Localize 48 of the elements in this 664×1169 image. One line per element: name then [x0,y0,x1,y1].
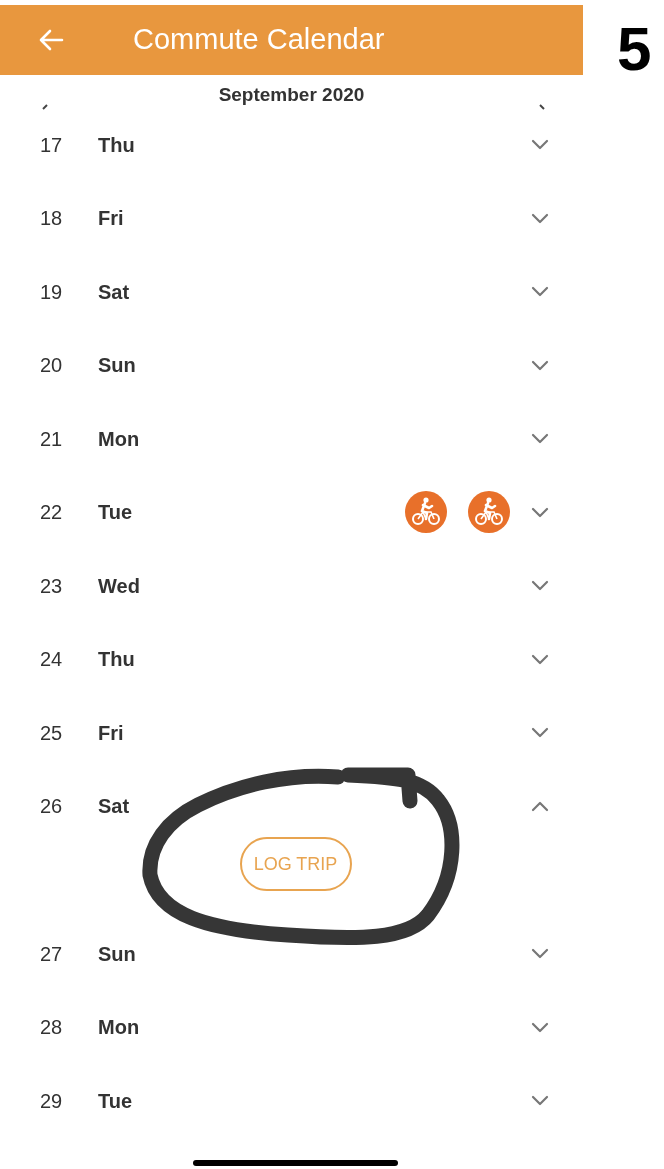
chevron-down-icon[interactable] [531,1021,549,1033]
weekday-label: Mon [98,426,140,452]
chevron-down-icon[interactable] [531,433,549,445]
chevron-down-icon[interactable] [531,948,549,960]
weekday-label: Mon [98,1015,140,1041]
day-number: 27 [39,941,64,967]
day-number: 17 [39,132,64,158]
weekday-label: Tue [98,1088,133,1114]
cyclist-icon[interactable] [468,491,510,534]
chevron-down-icon[interactable] [531,1095,549,1107]
cyclist-icon[interactable] [405,491,447,534]
chevron-down-icon[interactable] [531,727,549,739]
step-number: 5 [617,18,652,80]
next-month-icon[interactable] [538,104,546,110]
weekday-label: Sun [98,353,136,379]
weekday-label: Tue [98,500,133,526]
chevron-down-icon[interactable] [531,139,549,151]
chevron-down-icon[interactable] [531,359,549,371]
day-number: 20 [39,353,64,379]
log-trip-button[interactable]: LOG TRIP [239,837,352,891]
day-number: 26 [39,794,64,820]
day-number: 18 [39,206,64,232]
day-number: 19 [39,279,64,305]
day-number: 21 [39,426,64,452]
chevron-down-icon[interactable] [531,286,549,298]
weekday-label: Thu [98,132,135,158]
back-arrow-icon[interactable] [38,29,64,51]
previous-month-icon[interactable] [41,104,49,110]
day-number: 28 [39,1015,64,1041]
chevron-down-icon[interactable] [531,506,549,518]
month-title: September 2020 [218,83,365,107]
weekday-label: Thu [98,647,135,673]
chevron-down-icon[interactable] [531,580,549,592]
day-number: 29 [39,1088,64,1114]
chevron-down-icon[interactable] [531,653,549,665]
day-number: 22 [39,500,64,526]
weekday-label: Sun [98,941,136,967]
weekday-label: Fri [98,206,124,232]
header-title: Commute Calendar [133,22,385,58]
chevron-up-icon[interactable] [531,800,549,812]
weekday-label: Fri [98,720,124,746]
weekday-label: Sat [98,794,130,820]
weekday-label: Wed [98,573,140,599]
day-number: 23 [39,573,64,599]
day-number: 25 [39,720,64,746]
day-number: 24 [39,647,64,673]
chevron-down-icon[interactable] [531,212,549,224]
weekday-label: Sat [98,279,130,305]
